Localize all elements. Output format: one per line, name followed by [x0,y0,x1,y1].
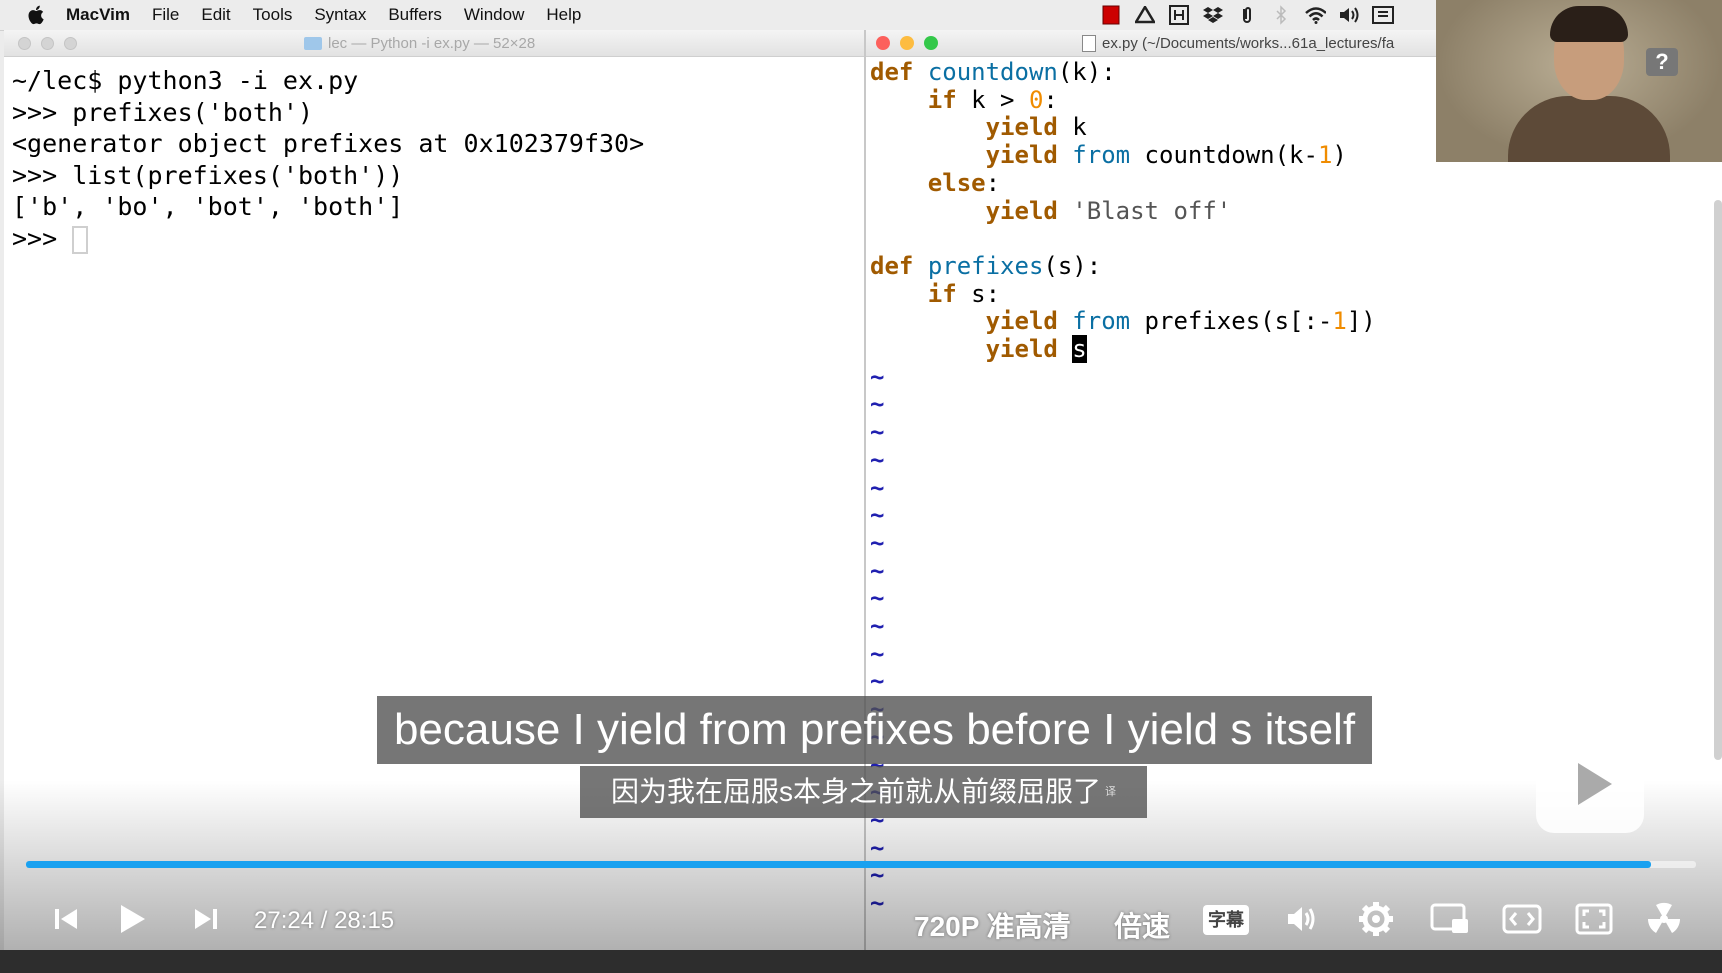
terminal-cursor [72,225,89,254]
progress-bar[interactable] [26,861,1696,868]
code-line: else: [927,168,1001,197]
display-icon[interactable] [1372,4,1394,26]
wifi-icon[interactable] [1304,4,1326,26]
folder-icon [304,37,322,50]
empty-line-marker: ~ [870,612,885,641]
widescreen-icon[interactable] [1500,899,1544,939]
progress-fill [26,861,1651,868]
menu-help[interactable]: Help [546,5,581,25]
menu-window[interactable]: Window [464,5,524,25]
menu-edit[interactable]: Edit [201,5,230,25]
vim-window-controls [876,36,938,50]
empty-line-marker: ~ [870,584,885,613]
code-line: yield s [985,335,1087,364]
player-controls: 27:24 / 28:15 720P 准高清 倍速 字幕 [0,895,1722,945]
play-icon [1578,763,1612,805]
paperclip-icon[interactable] [1236,4,1258,26]
play-icon[interactable] [112,899,152,939]
bottom-edge [0,950,1722,973]
code-line: def countdown(k): [870,58,1116,86]
total-time: 28:15 [334,907,395,934]
empty-line-marker: ~ [870,445,885,474]
close-button[interactable] [18,37,31,50]
close-button[interactable] [876,36,890,50]
menu-file[interactable]: File [152,5,179,25]
terminal-title: lec — Python -i ex.py — 52×28 [328,35,536,52]
terminal-title-wrap: lec — Python -i ex.py — 52×28 [304,35,535,52]
time-separator: / [320,907,328,934]
current-time: 27:24 [254,907,315,934]
fullscreen-icon[interactable] [1572,899,1616,939]
empty-line-marker: ~ [870,528,885,557]
code-line: def prefixes(s): [870,251,1102,280]
empty-line-marker: ~ [870,556,885,585]
menu-tools[interactable]: Tools [253,5,293,25]
empty-line-marker: ~ [870,639,885,668]
screen: MacVim File Edit Tools Syntax Buffers Wi… [0,0,1722,973]
menu-app-name[interactable]: MacVim [66,5,130,25]
terminal-line: >>> list(prefixes('both')) [12,160,404,190]
terminal-line: ['b', 'bo', 'bot', 'both'] [12,192,404,221]
terminal-line: <generator object prefixes at 0x102379f3… [12,129,645,158]
window-controls [18,37,77,50]
vim-scrollbar[interactable] [1714,200,1722,760]
zoom-button[interactable] [64,37,77,50]
help-icon[interactable]: ? [1646,48,1678,76]
terminal-line: >>> prefixes('both') [12,97,314,127]
apple-icon[interactable] [26,4,48,26]
webcam-overlay: ? [1436,0,1722,162]
drive-icon[interactable] [1134,4,1156,26]
speed-button[interactable]: 倍速 [1114,905,1170,945]
document-icon [1082,35,1096,52]
skip-previous-icon[interactable] [46,899,86,939]
empty-line-marker: ~ [870,362,885,391]
menu-syntax[interactable]: Syntax [314,5,366,25]
quality-button[interactable]: 720P 准高清 [914,905,1071,945]
translate-mark: 译 [1105,786,1116,798]
minimize-button[interactable] [41,37,54,50]
empty-line-marker: ~ [870,473,885,502]
code-line: yield from countdown(k-1) [985,141,1347,170]
radiation-icon[interactable] [1642,899,1686,939]
vim-cursor: s [1072,335,1087,364]
dropbox-icon[interactable] [1202,4,1224,26]
zoom-button[interactable] [924,36,938,50]
window-manager-icon[interactable] [1168,4,1190,26]
skip-next-icon[interactable] [186,899,226,939]
presenter-hair [1550,6,1628,42]
bluetooth-icon[interactable] [1270,4,1292,26]
status-tray [1100,4,1394,26]
vim-title: ex.py (~/Documents/works...61a_lectures/… [1102,35,1395,52]
empty-line-marker: ~ [870,418,885,447]
code-line: if s: [927,279,1001,308]
empty-line-marker: ~ [870,390,885,419]
terminal-titlebar[interactable]: lec — Python -i ex.py — 52×28 [4,30,864,57]
code-line: yield k [985,113,1087,142]
empty-line-marker: ~ [870,501,885,530]
code-line: yield 'Blast off' [985,196,1232,225]
code-line: yield from prefixes(s[:-1]) [985,307,1376,336]
vim-title-wrap: ex.py (~/Documents/works...61a_lectures/… [1082,35,1394,52]
picture-in-picture-icon[interactable] [1428,899,1472,939]
speaker-icon[interactable] [1338,4,1360,26]
subtitle-chinese: 因为我在屈服s本身之前就从前缀屈服了 [610,776,1101,807]
subtitle-button[interactable]: 字幕 [1203,905,1249,935]
record-icon[interactable] [1100,4,1122,26]
code-line: if k > 0: [927,85,1058,114]
gear-icon[interactable] [1356,899,1396,939]
big-play-button[interactable] [1536,717,1644,833]
terminal-output[interactable]: ~/lec$ python3 -i ex.py >>> prefixes('bo… [4,57,864,262]
subtitle-english: because I yield from prefixes before I y… [377,696,1372,764]
volume-icon[interactable] [1282,899,1322,939]
subtitle-chinese-box: 因为我在屈服s本身之前就从前缀屈服了译 [580,766,1147,818]
terminal-prompt: >>> [12,223,73,253]
minimize-button[interactable] [900,36,914,50]
menu-buffers[interactable]: Buffers [388,5,442,25]
time-display: 27:24 / 28:15 [254,907,394,935]
empty-line-marker: ~ [870,667,885,696]
terminal-line: ~/lec$ python3 -i ex.py [12,66,359,95]
